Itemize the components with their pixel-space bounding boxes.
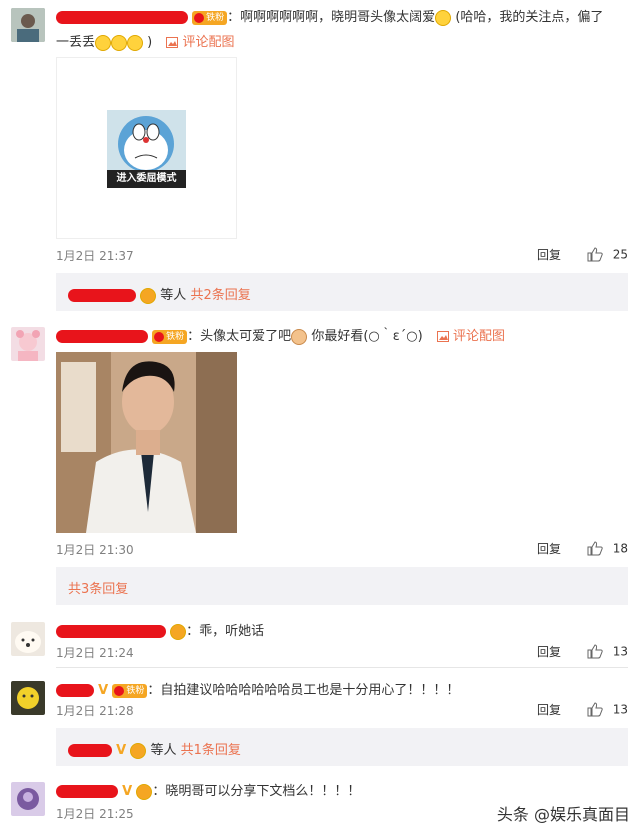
reply-summary-bar[interactable]: V 等人 共1条回复 [56,728,628,766]
reply-button[interactable]: 回复 [537,248,561,262]
crown-badge-icon [130,742,147,759]
username-redacted[interactable] [56,330,148,343]
comment-text: ：乖，听她话 [186,624,265,639]
timestamp: 1月2日 21:28 [56,704,134,718]
avatar[interactable] [11,8,45,42]
thumbs-up-icon[interactable] [587,541,603,556]
doraemon-sticker: 进入委屈模式 [107,110,186,188]
reply-button[interactable]: 回复 [537,645,561,659]
comment-picture-link[interactable]: 评论配图 [436,329,505,344]
comment-body: V ：晓明哥可以分享下文档么！！！！ [56,780,360,800]
hand-emoji-icon [291,328,308,345]
avatar[interactable] [11,681,45,715]
comment-body: V 铁粉 ：自拍建议哈哈哈哈哈哈员工也是十分用心了！！！！ [56,679,459,698]
thumbs-up-icon[interactable] [587,702,603,717]
username-redacted[interactable] [56,785,118,798]
comment-actions: 回复 25 [537,246,628,263]
thumbs-up-icon[interactable] [587,644,603,659]
verified-v-icon: V [116,743,127,758]
like-count: 13 [612,644,628,659]
comment-text: (哈哈，我的关注点，偏了 [455,10,604,25]
avatar[interactable] [11,782,45,816]
comment-actions: 回复 18 [537,540,628,557]
comment-actions: 回复 13 [537,643,628,660]
comment-body: ：乖，听她话 [56,620,264,640]
comment-text: ：自拍建议哈哈哈哈哈哈员工也是十分用心了！！！！ [147,683,460,698]
thumbs-up-icon[interactable] [587,247,603,262]
reply-summary-bar[interactable]: 等人 共2条回复 [56,273,628,311]
comment-text: ：晓明哥可以分享下文档么！！！！ [152,784,361,799]
reply-button[interactable]: 回复 [537,542,561,556]
comment-body: 铁粉 ：头像太可爱了吧 你最好看(○｀ε´○) 评论配图 [56,325,505,345]
fan-badge[interactable]: 铁粉 [152,329,188,344]
laugh-cry-emoji-icon [111,34,128,51]
view-replies-link[interactable]: 共3条回复 [68,582,128,597]
reply-summary-text: 等人 [150,743,177,758]
watermark: 头条 @娱乐真面目 [496,805,630,824]
image-icon [166,37,179,48]
verified-v-icon: V [98,683,109,698]
image-icon [436,331,449,342]
like-count: 25 [612,247,628,262]
comment-actions: 回复 13 [537,701,628,718]
view-replies-link[interactable]: 共1条回复 [181,743,241,758]
username-redacted[interactable] [68,289,136,302]
divider [56,667,628,668]
like-count: 18 [612,541,628,556]
comment-text: 你最好看(○｀ε´○) [311,329,423,344]
level-badge-icon [170,623,187,640]
reply-summary-text: 等人 [160,288,187,303]
fan-badge[interactable]: 铁粉 [112,683,148,698]
comment-text: ：啊啊啊啊啊啊，晓明哥头像太阔爱 [227,10,436,25]
comment-text: ) [147,35,153,50]
view-replies-link[interactable]: 共2条回复 [190,288,250,303]
reply-summary-bar[interactable]: 共3条回复 [56,567,628,605]
comment-picture-link[interactable]: 评论配图 [166,35,235,50]
comment-image[interactable]: 进入委屈模式 [56,57,237,239]
comment-body: 铁粉 ：啊啊啊啊啊啊，晓明哥头像太阔爱 (哈哈，我的关注点，偏了 [56,6,603,26]
username-redacted[interactable] [56,11,188,24]
comment-image-photo[interactable] [56,352,237,533]
username-redacted[interactable] [56,684,94,697]
laugh-cry-emoji-icon [127,34,144,51]
crown-badge-icon [136,783,153,800]
fan-badge[interactable]: 铁粉 [192,10,228,25]
username-redacted[interactable] [56,625,166,638]
comment-text: 一丢丢 [56,35,96,50]
timestamp: 1月2日 21:37 [56,249,134,263]
avatar[interactable] [11,622,45,656]
reply-button[interactable]: 回复 [537,703,561,717]
timestamp: 1月2日 21:25 [56,807,134,821]
comment-body-line2: 一丢丢 ) 评论配图 [56,31,235,51]
avatar[interactable] [11,327,45,361]
like-count: 13 [612,702,628,717]
crown-badge-icon [140,287,157,304]
timestamp: 1月2日 21:30 [56,543,134,557]
emoji-icon [435,9,452,26]
sticker-caption: 进入委屈模式 [107,170,186,188]
username-redacted[interactable] [68,744,112,757]
comment-text: ：头像太可爱了吧 [187,329,292,344]
timestamp: 1月2日 21:24 [56,646,134,660]
laugh-cry-emoji-icon [95,34,112,51]
verified-v-icon: V [122,784,133,799]
